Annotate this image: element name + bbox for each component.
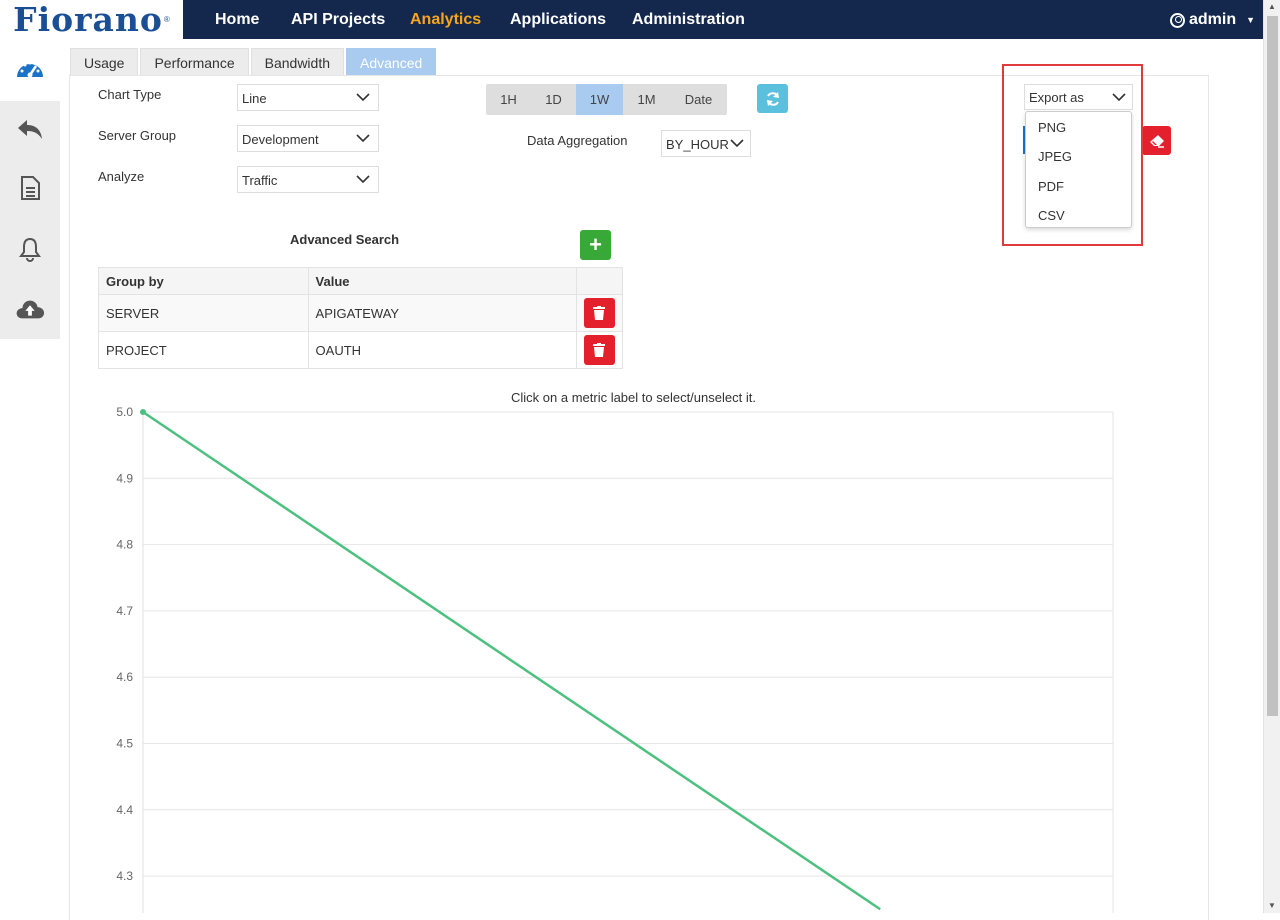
clear-button[interactable]	[1142, 126, 1171, 155]
top-navbar: Fiorano ® Home API Projects Analytics App…	[0, 0, 1263, 39]
tab-performance[interactable]: Performance	[140, 48, 249, 76]
range-1d[interactable]: 1D	[531, 84, 576, 115]
analyze-label: Analyze	[98, 169, 145, 184]
nav-applications[interactable]: Applications	[510, 11, 606, 29]
caret-down-icon: ▼	[1246, 15, 1256, 25]
y-tick-label: 4.4	[116, 803, 133, 817]
group-by-table: Group by Value SERVER APIGATEWAY PROJECT…	[98, 267, 624, 369]
delete-row-button[interactable]	[583, 335, 615, 365]
y-tick-label: 4.6	[116, 670, 133, 684]
data-aggregation-label: Data Aggregation	[527, 133, 628, 148]
highlight-box	[1002, 64, 1143, 246]
column-header-actions	[575, 267, 624, 295]
cloud-upload-icon[interactable]	[15, 294, 45, 324]
data-point	[140, 409, 146, 415]
data-aggregation-value: BY_HOUR	[666, 137, 729, 152]
y-tick-label: 4.8	[116, 538, 133, 552]
chart-type-label: Chart Type	[98, 87, 162, 102]
trash-icon	[593, 306, 606, 320]
trash-icon	[593, 343, 606, 357]
reply-arrow-icon[interactable]	[15, 114, 45, 144]
refresh-button[interactable]	[757, 84, 788, 113]
user-icon	[1170, 12, 1185, 28]
column-header-value: Value	[307, 267, 577, 295]
tab-bandwidth[interactable]: Bandwidth	[250, 48, 345, 76]
range-1w[interactable]: 1W	[576, 84, 623, 115]
logo-text: Fiorano	[13, 0, 163, 39]
chevron-down-icon	[356, 93, 370, 102]
nav-api-projects[interactable]: API Projects	[291, 11, 385, 29]
delete-row-button[interactable]	[583, 298, 615, 328]
nav-administration[interactable]: Administration	[632, 11, 745, 29]
cell-group-by: PROJECT	[98, 331, 309, 369]
range-1m[interactable]: 1M	[623, 84, 670, 115]
sidebar	[0, 39, 60, 339]
plus-icon: +	[589, 232, 602, 257]
line-chart: 5.0 4.9 4.8 4.7 4.6 4.5 4.4 4.3	[116, 405, 1114, 913]
table-row: PROJECT OAUTH	[98, 331, 624, 369]
advanced-search-title: Advanced Search	[290, 232, 400, 247]
tab-advanced[interactable]: Advanced	[346, 48, 437, 76]
column-header-group-by: Group by	[98, 267, 309, 295]
server-group-select[interactable]: Development	[237, 125, 379, 152]
fiorano-logo[interactable]: Fiorano ®	[0, 0, 183, 39]
dashboard-gauge-icon[interactable]	[15, 54, 45, 84]
user-name: admin	[1189, 11, 1237, 28]
chevron-down-icon	[356, 134, 370, 143]
bell-icon[interactable]	[15, 234, 45, 264]
nav-analytics[interactable]: Analytics	[410, 11, 481, 29]
tab-usage[interactable]: Usage	[70, 48, 139, 76]
analyze-value: Traffic	[242, 173, 278, 188]
analytics-tabs: Usage Performance Bandwidth Advanced	[70, 48, 437, 76]
scrollbar-thumb[interactable]	[1267, 16, 1278, 716]
chevron-down-icon	[730, 139, 744, 148]
user-menu[interactable]: admin ▼	[1170, 11, 1255, 29]
table-row: SERVER APIGATEWAY	[98, 294, 624, 332]
data-aggregation-select[interactable]: BY_HOUR	[661, 130, 751, 157]
range-1h[interactable]: 1H	[486, 84, 531, 115]
series-line	[142, 410, 881, 911]
eraser-icon	[1149, 134, 1164, 148]
y-tick-label: 4.5	[116, 737, 133, 751]
add-filter-button[interactable]: +	[580, 230, 611, 260]
refresh-icon	[766, 91, 779, 106]
document-icon[interactable]	[15, 173, 45, 203]
chevron-down-icon	[356, 175, 370, 184]
scroll-down-icon[interactable]: ▼	[1264, 899, 1280, 913]
nav-home[interactable]: Home	[215, 11, 259, 29]
time-range-group: 1H 1D 1W 1M Date	[486, 84, 727, 115]
cell-value: OAUTH	[307, 331, 577, 369]
server-group-label: Server Group	[98, 128, 177, 143]
page-scrollbar[interactable]: ▲ ▼	[1263, 0, 1280, 913]
chart-type-value: Line	[242, 91, 267, 106]
scroll-up-icon[interactable]: ▲	[1264, 0, 1280, 14]
y-tick-label: 4.9	[116, 471, 133, 485]
y-tick-label: 4.3	[116, 869, 133, 883]
cell-group-by: SERVER	[98, 294, 309, 332]
y-tick-label: 5.0	[116, 405, 133, 419]
chart-type-select[interactable]: Line	[237, 84, 379, 111]
server-group-value: Development	[242, 132, 319, 147]
cell-value: APIGATEWAY	[307, 294, 577, 332]
analyze-select[interactable]: Traffic	[237, 166, 379, 193]
range-date[interactable]: Date	[670, 84, 727, 115]
y-tick-label: 4.7	[116, 604, 133, 618]
